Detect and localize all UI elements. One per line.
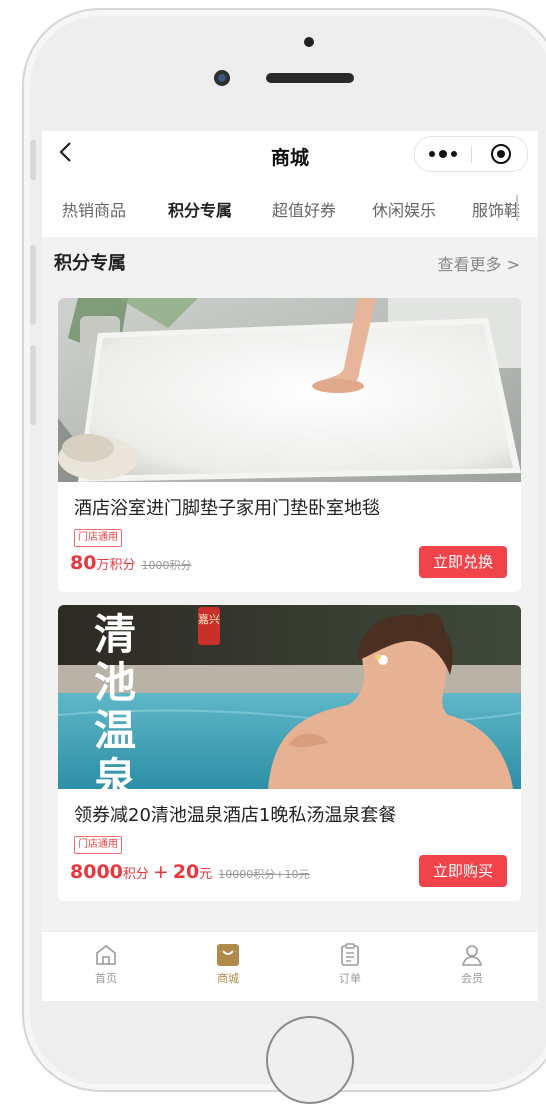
- image-title-char: 温: [94, 706, 136, 755]
- tabbar-item-orders[interactable]: 订单: [310, 942, 390, 986]
- tab-apparel[interactable]: 服饰鞋: [472, 197, 520, 221]
- product-image-bath-mat[interactable]: [58, 298, 521, 482]
- tab-value-coupons[interactable]: 超值好券: [272, 197, 336, 221]
- tabbar-item-shop[interactable]: 商城: [188, 942, 268, 986]
- price-value: 8000: [70, 861, 123, 883]
- view-more-link[interactable]: 查看更多 >: [438, 251, 521, 275]
- product-card[interactable]: 酒店浴室进门脚垫子家用门垫卧室地毯 门店通用 80万积分 1000积分 立即兑换: [58, 298, 521, 592]
- redeem-button[interactable]: 立即兑换: [419, 546, 507, 578]
- price-unit: 积分: [122, 867, 149, 882]
- tabbar-label: 会员: [461, 972, 483, 985]
- price-cash: 20: [172, 861, 200, 883]
- front-sensor: [304, 37, 314, 47]
- clipboard-icon: [341, 943, 359, 966]
- home-icon: [96, 944, 116, 965]
- product-image-hot-spring[interactable]: 清 池 温 泉 嘉兴: [58, 605, 521, 789]
- price-cash-unit: 元: [199, 867, 213, 882]
- image-title-char: 清: [94, 610, 136, 659]
- tab-scroll-divider: [516, 195, 518, 221]
- more-dots-icon[interactable]: [429, 149, 459, 159]
- tabbar-label: 商城: [217, 972, 239, 985]
- store-tag: 门店通用: [74, 836, 122, 854]
- buy-button[interactable]: 立即购买: [419, 855, 507, 887]
- tabbar-label: 首页: [95, 972, 117, 985]
- shop-bag-icon: [217, 944, 239, 966]
- image-title-char: 泉: [94, 754, 136, 789]
- navigation-bar: 商城: [42, 131, 538, 177]
- price-plus: +: [152, 861, 169, 883]
- section-title: 积分专属: [54, 253, 126, 274]
- product-title: 酒店浴室进门脚垫子家用门垫卧室地毯: [74, 498, 380, 519]
- product-title: 领券减20清池温泉酒店1晚私汤温泉套餐: [74, 805, 397, 826]
- price: 80万积分 1000积分: [70, 552, 191, 574]
- tab-hot-products[interactable]: 热销商品: [62, 197, 126, 221]
- earpiece-speaker: [266, 73, 354, 83]
- front-camera-icon: [214, 70, 230, 86]
- original-price: 10000积分+10元: [218, 868, 310, 881]
- price-unit: 万积分: [96, 558, 136, 573]
- capsule-divider: [471, 145, 472, 163]
- store-tag: 门店通用: [74, 529, 122, 547]
- image-title-char: 池: [94, 658, 136, 707]
- product-card[interactable]: 清 池 温 泉 嘉兴 领券减20清池温泉酒店1晚私汤温泉套餐 门店通用 8000…: [58, 605, 521, 901]
- bottom-tab-bar: 首页 商城 订单 会员: [42, 931, 538, 1001]
- app-screen: 商城 热销商品 积分专属 超值好券 休闲娱乐 服饰鞋 积分专属 查看更多 > 酒…: [42, 131, 538, 1001]
- side-button-volume-down: [30, 345, 36, 425]
- seal-stamp-text: 嘉兴: [198, 612, 220, 626]
- side-button-mute: [30, 140, 36, 180]
- tab-leisure[interactable]: 休闲娱乐: [372, 197, 436, 221]
- target-icon[interactable]: [491, 144, 511, 164]
- category-tabs: 热销商品 积分专属 超值好券 休闲娱乐 服饰鞋: [42, 177, 538, 237]
- tabbar-item-member[interactable]: 会员: [432, 942, 512, 986]
- mini-program-capsule: [414, 136, 528, 172]
- tabbar-item-home[interactable]: 首页: [66, 942, 146, 986]
- home-button[interactable]: [266, 1016, 354, 1104]
- price: 8000积分 +20元 10000积分+10元: [70, 861, 310, 883]
- user-icon: [461, 945, 483, 966]
- tabbar-label: 订单: [339, 972, 361, 985]
- side-button-volume-up: [30, 245, 36, 325]
- price-value: 80: [70, 552, 97, 574]
- original-price: 1000积分: [141, 559, 192, 572]
- tab-points-exclusive[interactable]: 积分专属: [168, 197, 232, 221]
